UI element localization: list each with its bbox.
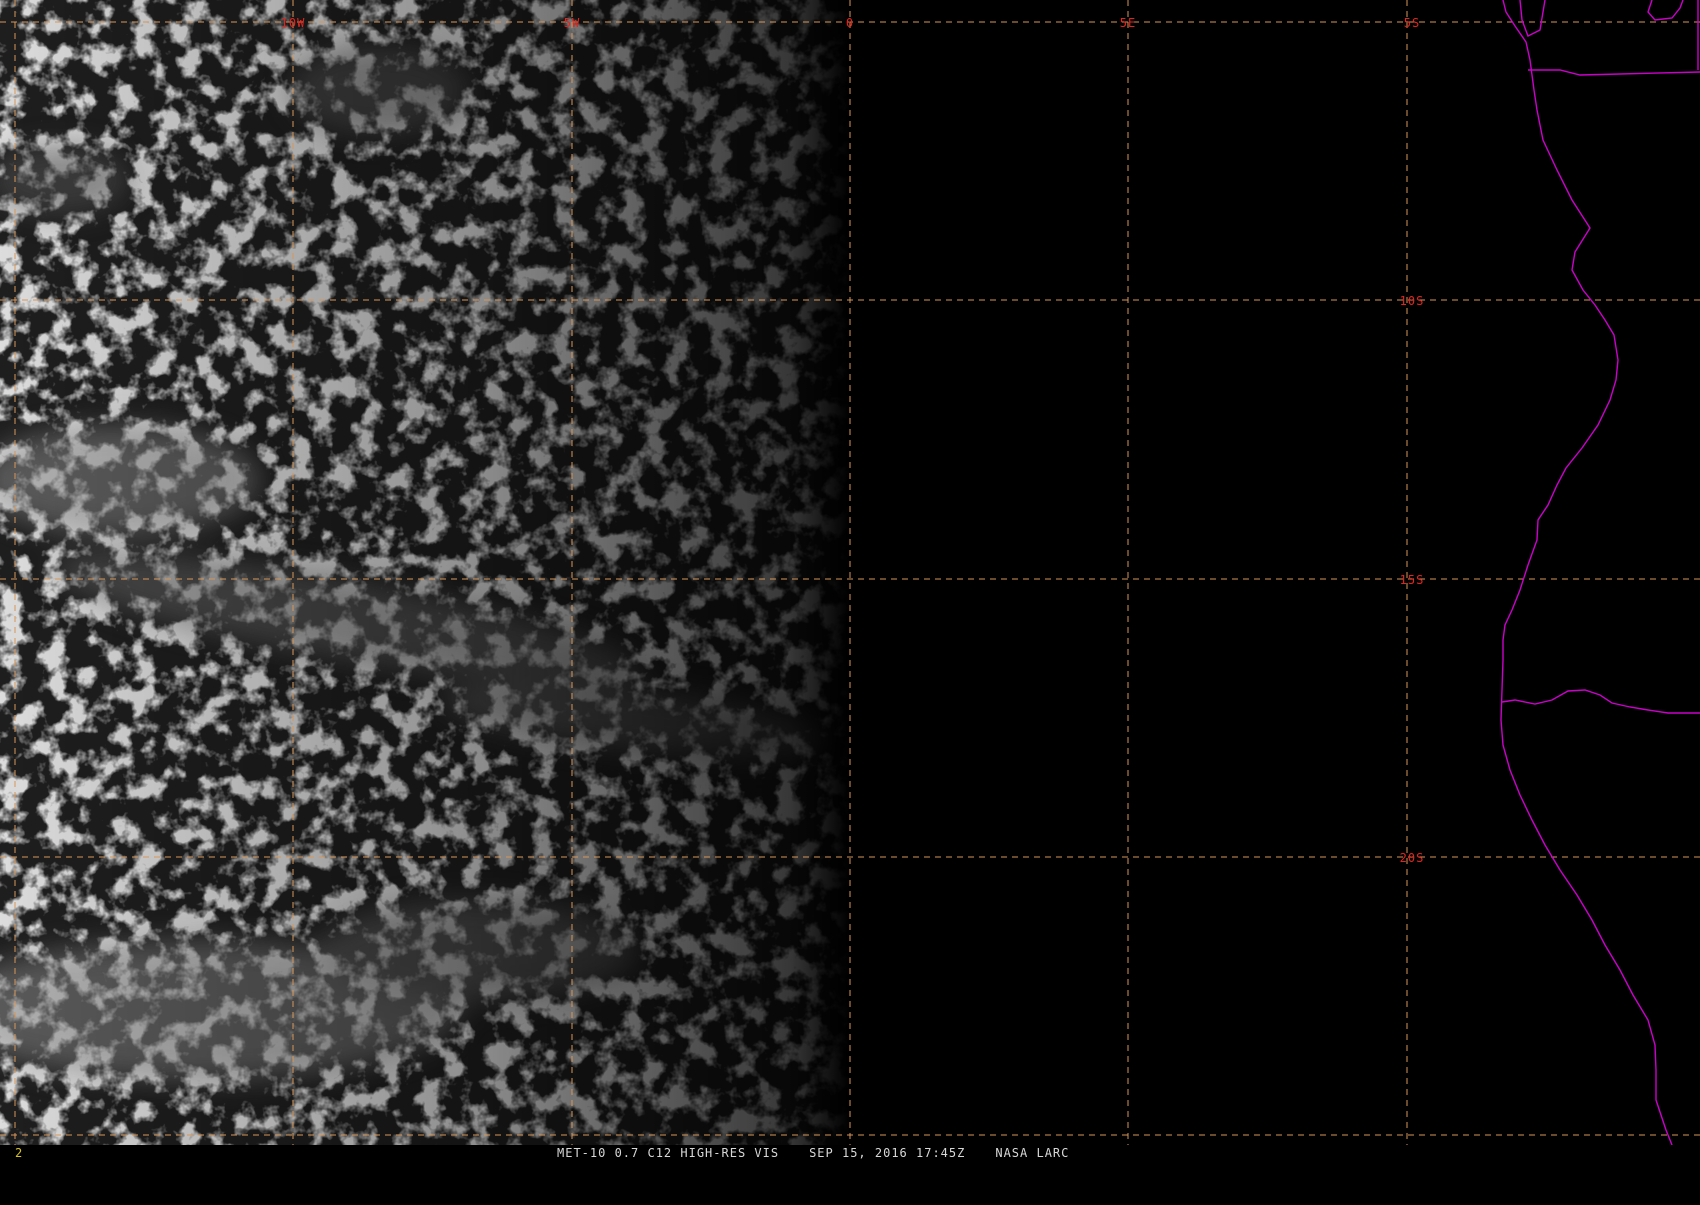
longitude-label: 5E bbox=[1120, 16, 1136, 30]
status-bar: 2 MET-10 0.7 C12 HIGH-RES VIS SEP 15, 201… bbox=[0, 1145, 1700, 1160]
image-caption: MET-10 0.7 C12 HIGH-RES VIS SEP 15, 2016 … bbox=[557, 1146, 1099, 1161]
satellite-map[interactable]: 10W 5W 0 5E 5S 10S 15S 20S bbox=[0, 0, 1700, 1145]
latitude-label: 20S bbox=[1400, 851, 1425, 865]
image-datetime: SEP 15, 2016 17:45Z bbox=[809, 1146, 966, 1160]
longitude-label: 5W bbox=[564, 16, 580, 30]
satellite-channel: MET-10 0.7 C12 HIGH-RES VIS bbox=[557, 1146, 780, 1160]
frame-number: 2 bbox=[15, 1146, 23, 1160]
latitude-label: 5S bbox=[1404, 16, 1420, 30]
latitude-label: 10S bbox=[1400, 294, 1425, 308]
latitude-label: 15S bbox=[1400, 573, 1425, 587]
image-source: NASA LARC bbox=[995, 1146, 1070, 1160]
longitude-label: 10W bbox=[281, 16, 306, 30]
satellite-viewer: 10W 5W 0 5E 5S 10S 15S 20S 2 MET-10 0.7 C12 HIG… bbox=[0, 0, 1700, 1160]
cloud-imagery bbox=[0, 0, 850, 1145]
longitude-label: 0 bbox=[846, 16, 854, 30]
